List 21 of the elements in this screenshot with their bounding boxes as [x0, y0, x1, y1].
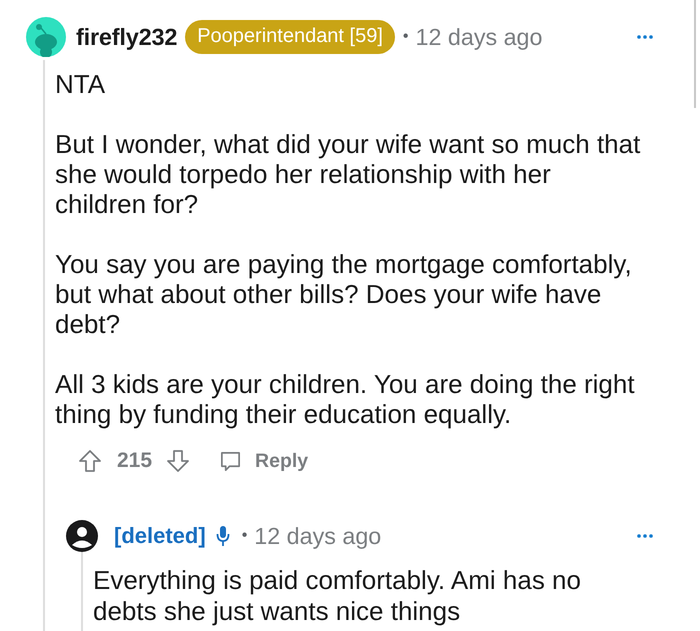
- separator-dot: •: [242, 527, 248, 545]
- timestamp: 12 days ago: [416, 24, 542, 50]
- comment-text: But I wonder, what did your wife want so much that she would torpedo her relationship with her children for?: [55, 129, 642, 219]
- more-options-icon[interactable]: [637, 534, 653, 538]
- reply-button[interactable]: Reply: [219, 450, 308, 472]
- reply-text: Everything is paid comfortably. Ami has no debts she just wants nice things: [93, 565, 582, 627]
- username[interactable]: firefly232: [76, 24, 178, 50]
- comment-icon: [219, 450, 242, 472]
- more-options-icon[interactable]: [637, 35, 653, 39]
- username[interactable]: [deleted]: [114, 523, 206, 549]
- vote-count: 215: [117, 449, 152, 473]
- comment-text: You say you are paying the mortgage comfortably, but what about other bills? Does your wife have debt?: [55, 249, 633, 339]
- downvote-icon[interactable]: [166, 449, 190, 473]
- upvote-icon[interactable]: [78, 449, 102, 473]
- separator-dot: •: [402, 28, 409, 46]
- avatar-icon[interactable]: [66, 520, 98, 552]
- comment-text: All 3 kids are your children. You are doing the right thing by funding their education equally.: [55, 369, 636, 429]
- microphone-icon: [216, 526, 230, 546]
- timestamp: 12 days ago: [254, 522, 382, 550]
- user-flair: Pooperintendant [59]: [185, 20, 395, 54]
- comment-text: NTA: [55, 69, 106, 99]
